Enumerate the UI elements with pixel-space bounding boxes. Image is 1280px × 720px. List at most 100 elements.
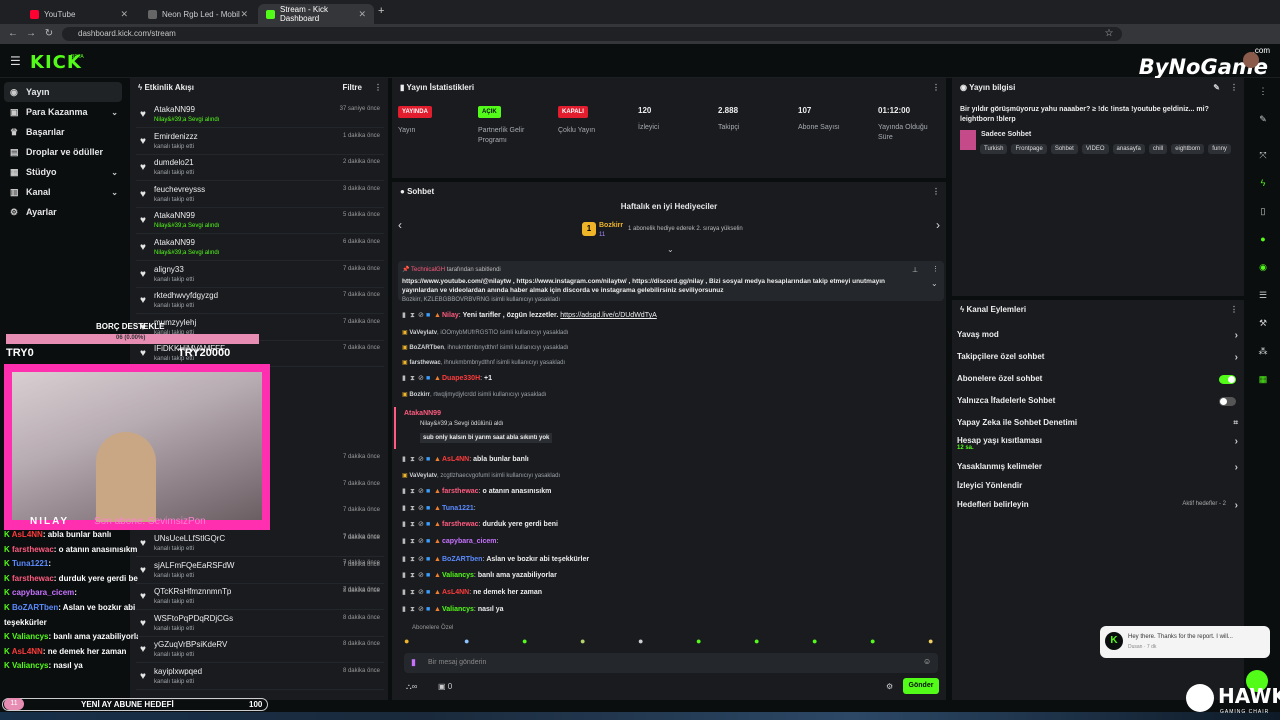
points-icon[interactable]: ⛬∞ bbox=[406, 682, 417, 692]
chat-username[interactable]: AsL4NN bbox=[442, 589, 469, 596]
channel-action[interactable]: Yavaş mod › bbox=[957, 330, 1242, 350]
tab-youtube[interactable]: YouTube ✕ bbox=[22, 4, 136, 24]
more-icon[interactable]: ⋮ bbox=[932, 83, 940, 92]
chat-username[interactable]: Duape330H bbox=[442, 375, 480, 382]
tag-chip[interactable]: anasayfa bbox=[1112, 144, 1145, 154]
chat-username[interactable]: Valiancys bbox=[442, 572, 474, 579]
toggle-switch[interactable] bbox=[1219, 375, 1236, 384]
broadcast-icon[interactable]: ◉ bbox=[1256, 260, 1270, 274]
chat-message[interactable]: ▮ ⧗ ⊘ ■ ▲Tuna1221: bbox=[402, 504, 942, 518]
tag-chip[interactable]: Sohbet bbox=[1050, 144, 1078, 154]
sidebar-item-droplar[interactable]: ▤ Droplar ve ödüller bbox=[4, 142, 122, 162]
timeout-icon[interactable]: ⧗ bbox=[410, 375, 418, 383]
more-icon[interactable]: ⋮ bbox=[1230, 83, 1238, 92]
timeout-icon[interactable]: ⧗ bbox=[410, 456, 418, 464]
ban-icon[interactable]: ⊘ bbox=[418, 537, 426, 545]
chat-username[interactable]: capybara_cicem bbox=[442, 538, 496, 545]
channel-action[interactable]: İzleyici Yönlendir bbox=[957, 481, 1242, 501]
toast-notification[interactable]: K Hey there. Thanks for the report. I wi… bbox=[1100, 626, 1270, 658]
trash-icon[interactable]: ▮ bbox=[402, 504, 410, 512]
tag-chip[interactable]: VIDEO bbox=[1081, 144, 1109, 154]
activity-event[interactable]: ♥ Emirdenizzz kanalı takip etti 1 dakika ön… bbox=[136, 129, 384, 155]
ban-icon[interactable]: ⊘ bbox=[418, 588, 426, 596]
chat-message[interactable]: ▮ ⧗ ⊘ ■ ▲AsL4NN: ne demek her zaman bbox=[402, 588, 942, 602]
channel-action[interactable]: Hesap yaşı kısıtlaması 12 sa. › bbox=[957, 436, 1242, 456]
activity-event[interactable]: ♥ AtakaNN99 Nilay&#39;a Sevgi alındı 5 daki… bbox=[136, 208, 384, 235]
avatar[interactable] bbox=[1243, 52, 1259, 68]
sidebar-item-para-kazanma[interactable]: ▣ Para Kazanma ⌄ bbox=[4, 102, 122, 122]
timeout-icon[interactable]: ⧗ bbox=[410, 572, 418, 580]
more-icon[interactable]: ⋮ bbox=[932, 265, 939, 273]
trash-icon[interactable]: ▮ bbox=[402, 487, 410, 495]
trash-icon[interactable]: ▮ bbox=[402, 537, 410, 545]
stats-icon[interactable]: ▯ bbox=[1256, 204, 1270, 218]
activity-event[interactable]: ♥ AtakaNN99 Nilay&#39;a Sevgi alındı 37 san… bbox=[136, 102, 384, 128]
trash-icon[interactable]: ▮ bbox=[402, 555, 410, 563]
activity-event[interactable]: ♥ AtakaNN99 Nilay&#39;a Sevgi alındı 6 daki… bbox=[136, 235, 384, 261]
chat-message[interactable]: ▮ ⧗ ⊘ ■ ▲Valiancys: nasıl ya bbox=[402, 605, 942, 619]
ban-icon[interactable]: ⊘ bbox=[418, 571, 426, 579]
ban-icon[interactable]: ⊘ bbox=[418, 455, 426, 463]
gear-icon[interactable]: ⚙ bbox=[886, 682, 893, 691]
emote-icon[interactable]: ● bbox=[404, 636, 409, 646]
new-tab-button[interactable]: + bbox=[378, 5, 384, 17]
timeout-icon[interactable]: ⧗ bbox=[410, 488, 418, 496]
timeout-icon[interactable]: ⧗ bbox=[410, 606, 418, 614]
trash-icon[interactable]: ▮ bbox=[402, 374, 410, 382]
emote-icon[interactable]: ● bbox=[754, 636, 759, 646]
timeout-icon[interactable]: ⧗ bbox=[410, 556, 418, 564]
channel-action[interactable]: Hedefleri belirleyin Aktif hedefler - 2 › bbox=[957, 500, 1242, 520]
tab-kick-dashboard[interactable]: Stream - Kick Dashboard ✕ bbox=[258, 4, 374, 24]
close-icon[interactable]: ✕ bbox=[358, 9, 366, 20]
activity-event[interactable]: ♥ yGZuqVrBPsiKdeRV kanalı takip etti 8 daki… bbox=[136, 637, 384, 664]
chat-link[interactable]: https://adsgd.live/c/DUdWdTyA bbox=[560, 312, 656, 319]
emote-icon[interactable]: ● bbox=[696, 636, 701, 646]
timeout-icon[interactable]: ⧗ bbox=[410, 521, 418, 529]
ban-icon[interactable]: ⊘ bbox=[418, 605, 426, 613]
ban-icon[interactable]: ⊘ bbox=[418, 487, 426, 495]
trash-icon[interactable]: ▮ bbox=[402, 311, 410, 319]
filter-button[interactable]: Filtre bbox=[342, 83, 362, 92]
ban-icon[interactable]: ⊘ bbox=[418, 311, 426, 319]
activity-event[interactable]: ♥ kayiplxwpqed kanalı takip etti 8 dakika ö… bbox=[136, 664, 384, 690]
chat-message[interactable]: ▮ ⧗ ⊘ ■ ▲capybara_cicem: bbox=[402, 537, 942, 551]
menu-icon[interactable]: ☰ bbox=[10, 54, 21, 68]
chat-message[interactable]: ▮ ⧗ ⊘ ■ ▲Nilay: Yeni tarifler , özgün lezzet… bbox=[402, 311, 942, 325]
chat-message[interactable]: ▮ ⧗ ⊘ ■ ▲Valiancys: banlı ama yazabiliyorlar bbox=[402, 571, 942, 585]
url-field[interactable]: dashboard.kick.com/stream bbox=[62, 27, 1122, 41]
chat-message[interactable]: ▮ ⧗ ⊘ ■ ▲AsL4NN: abla bunlar banlı bbox=[402, 455, 942, 469]
timeout-icon[interactable]: ⧗ bbox=[410, 589, 418, 597]
edit-icon[interactable]: ✎ bbox=[1256, 112, 1270, 126]
trash-icon[interactable]: ▮ bbox=[402, 571, 410, 579]
chat-username[interactable]: farsthewac bbox=[442, 521, 479, 528]
chevron-left-icon[interactable]: ‹ bbox=[398, 218, 402, 232]
emoji-icon[interactable]: ☺ bbox=[923, 657, 931, 666]
tag-chip[interactable]: Frontpage bbox=[1011, 144, 1047, 154]
close-icon[interactable]: ✕ bbox=[240, 9, 248, 20]
activity-event[interactable]: ♥ rktedhwvyfdgyzgd kanalı takip etti 7 daki… bbox=[136, 288, 384, 315]
chat-username[interactable]: BoZARTben bbox=[442, 556, 482, 563]
sidebar-item-studyo[interactable]: ▦ Stüdyo ⌄ bbox=[4, 162, 122, 182]
chevron-down-icon[interactable]: ⌄ bbox=[667, 245, 674, 254]
activity-event[interactable]: ♥ dumdelo21 kanalı takip etti 2 dakika önce bbox=[136, 155, 384, 182]
chevron-down-icon[interactable]: ⌄ bbox=[931, 279, 938, 288]
chat-icon[interactable]: ● bbox=[1256, 232, 1270, 246]
channel-action[interactable]: Takipçilere özel sohbet › bbox=[957, 352, 1242, 372]
emote-icon[interactable]: ● bbox=[812, 636, 817, 646]
chat-message[interactable]: ▮ ⧗ ⊘ ■ ▲farsthewac: durduk yere gerdi beni bbox=[402, 520, 942, 534]
lightning-icon[interactable]: ϟ bbox=[1256, 176, 1270, 190]
toggle-switch[interactable] bbox=[1219, 397, 1236, 406]
emote-icon[interactable]: ● bbox=[464, 636, 469, 646]
ban-icon[interactable]: ⊘ bbox=[418, 520, 426, 528]
pin-icon[interactable]: ⊥ bbox=[912, 266, 918, 274]
trash-icon[interactable]: ▮ bbox=[402, 588, 410, 596]
emote-icon[interactable]: ● bbox=[522, 636, 527, 646]
chat-username[interactable]: Nilay bbox=[442, 312, 459, 319]
trash-icon[interactable]: ▮ bbox=[402, 605, 410, 613]
edit-icon[interactable]: ✎ bbox=[1213, 83, 1220, 92]
emote-icon[interactable]: ● bbox=[870, 636, 875, 646]
sidebar-item-yayin[interactable]: ◉ Yayın bbox=[4, 82, 122, 102]
forward-icon[interactable]: → bbox=[24, 27, 38, 41]
trash-icon[interactable]: ▮ bbox=[402, 455, 410, 463]
wrench-icon[interactable]: ⚒ bbox=[1256, 316, 1270, 330]
